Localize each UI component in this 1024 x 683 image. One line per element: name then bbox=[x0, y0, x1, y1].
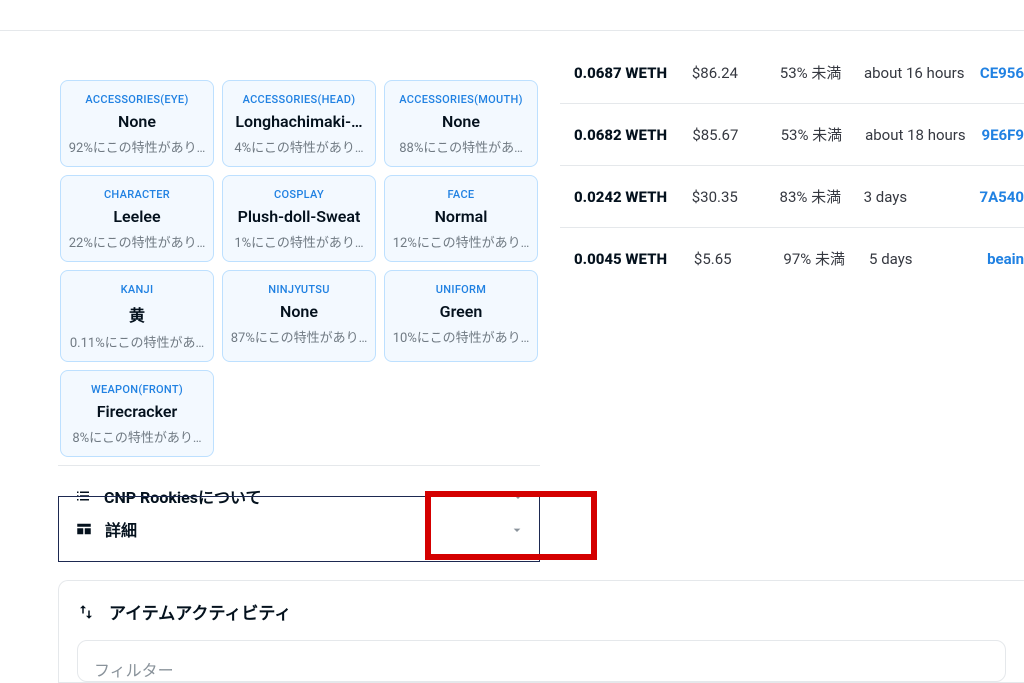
activity-filter[interactable]: フィルター bbox=[77, 640, 1006, 682]
trait-card[interactable]: ACCESSORIES(MOUTH) None 88%にこの特性があ… bbox=[384, 80, 538, 167]
trait-value: Longhachimaki-… bbox=[229, 112, 369, 131]
trait-value: None bbox=[67, 112, 207, 131]
trait-type: NINJYUTSU bbox=[229, 283, 369, 296]
trait-value: Green bbox=[391, 302, 531, 321]
trait-card[interactable]: ACCESSORIES(HEAD) Longhachimaki-… 4%にこの特… bbox=[222, 80, 376, 167]
trait-rarity: 4%にこの特性があり… bbox=[229, 137, 369, 156]
trait-card[interactable]: CHARACTER Leelee 22%にこの特性があり… bbox=[60, 175, 214, 262]
offer-from-link[interactable]: beain bbox=[987, 250, 1024, 268]
offer-expiration: 3 days bbox=[864, 188, 980, 206]
chevron-down-icon bbox=[509, 522, 523, 536]
trait-value: Plush-doll-Sweat bbox=[229, 207, 369, 226]
details-title: 詳細 bbox=[105, 517, 137, 541]
activity-header[interactable]: アイテムアクティビティ bbox=[59, 581, 1024, 640]
trait-card[interactable]: WEAPON(FRONT) Firecracker 8%にこの特性があり… bbox=[60, 370, 214, 457]
trait-card[interactable]: FACE Normal 12%にこの特性があり… bbox=[384, 175, 538, 262]
offer-from-link[interactable]: 7A540 bbox=[980, 188, 1024, 206]
filter-placeholder: フィルター bbox=[94, 661, 174, 680]
trait-value: Firecracker bbox=[67, 402, 207, 421]
trait-type: CHARACTER bbox=[67, 188, 207, 201]
trait-rarity: 88%にこの特性があ… bbox=[391, 137, 531, 156]
trait-rarity: 0.11%にこの特性があ… bbox=[67, 332, 207, 351]
trait-type: ACCESSORIES(MOUTH) bbox=[391, 93, 531, 106]
offer-price: 0.0045 WETH bbox=[574, 250, 694, 268]
trait-card[interactable]: ACCESSORIES(EYE) None 92%にこの特性があり… bbox=[60, 80, 214, 167]
trait-value: 黄 bbox=[67, 302, 207, 326]
offer-row[interactable]: 0.0687 WETH $86.24 53% 未満 about 16 hours… bbox=[560, 62, 1024, 104]
offer-row[interactable]: 0.0682 WETH $85.67 53% 未満 about 18 hours… bbox=[560, 104, 1024, 166]
trait-type: ACCESSORIES(HEAD) bbox=[229, 93, 369, 106]
trait-rarity: 22%にこの特性があり… bbox=[67, 232, 207, 251]
trait-card[interactable]: KANJI 黄 0.11%にこの特性があ… bbox=[60, 270, 214, 362]
offer-row[interactable]: 0.0045 WETH $5.65 97% 未満 5 days beain bbox=[560, 228, 1024, 269]
offer-usd: $30.35 bbox=[692, 188, 780, 206]
offer-floor-diff: 97% 未満 bbox=[783, 248, 869, 269]
trait-rarity: 87%にこの特性があり… bbox=[229, 327, 369, 346]
item-activity-panel: アイテムアクティビティ フィルター bbox=[58, 580, 1024, 683]
offer-price: 0.0682 WETH bbox=[574, 126, 692, 144]
trait-rarity: 1%にこの特性があり… bbox=[229, 232, 369, 251]
details-accordion[interactable]: 詳細 bbox=[58, 496, 540, 562]
offer-expiration: 5 days bbox=[869, 250, 987, 268]
offer-usd: $5.65 bbox=[694, 250, 783, 268]
trait-rarity: 12%にこの特性があり… bbox=[391, 232, 531, 251]
trait-value: Normal bbox=[391, 207, 531, 226]
top-divider bbox=[0, 30, 1024, 31]
details-icon bbox=[75, 520, 93, 538]
trait-card[interactable]: UNIFORM Green 10%にこの特性があり… bbox=[384, 270, 538, 362]
trait-type: ACCESSORIES(EYE) bbox=[67, 93, 207, 106]
offer-floor-diff: 53% 未満 bbox=[780, 62, 864, 83]
offer-expiration: about 16 hours bbox=[864, 64, 980, 82]
swap-vertical-icon bbox=[77, 603, 95, 621]
offer-usd: $85.67 bbox=[692, 126, 780, 144]
trait-rarity: 10%にこの特性があり… bbox=[391, 327, 531, 346]
offer-from-link[interactable]: CE956 bbox=[980, 64, 1024, 82]
trait-value: Leelee bbox=[67, 207, 207, 226]
trait-card[interactable]: NINJYUTSU None 87%にこの特性があり… bbox=[222, 270, 376, 362]
offer-floor-diff: 53% 未満 bbox=[781, 124, 866, 145]
trait-type: WEAPON(FRONT) bbox=[67, 383, 207, 396]
activity-title: アイテムアクティビティ bbox=[109, 599, 291, 624]
offer-price: 0.0242 WETH bbox=[574, 188, 692, 206]
trait-type: KANJI bbox=[67, 283, 207, 296]
offer-floor-diff: 83% 未満 bbox=[780, 186, 864, 207]
properties-panel: ACCESSORIES(EYE) None 92%にこの特性があり… ACCES… bbox=[58, 80, 540, 526]
trait-value: None bbox=[229, 302, 369, 321]
traits-grid: ACCESSORIES(EYE) None 92%にこの特性があり… ACCES… bbox=[58, 80, 540, 465]
trait-rarity: 92%にこの特性があり… bbox=[67, 137, 207, 156]
trait-type: FACE bbox=[391, 188, 531, 201]
offer-price: 0.0687 WETH bbox=[574, 64, 692, 82]
trait-rarity: 8%にこの特性があり… bbox=[67, 427, 207, 446]
trait-type: COSPLAY bbox=[229, 188, 369, 201]
offers-table: 0.0687 WETH $86.24 53% 未満 about 16 hours… bbox=[560, 62, 1024, 269]
trait-value: None bbox=[391, 112, 531, 131]
trait-card[interactable]: COSPLAY Plush-doll-Sweat 1%にこの特性があり… bbox=[222, 175, 376, 262]
trait-type: UNIFORM bbox=[391, 283, 531, 296]
offer-from-link[interactable]: 9E6F9 bbox=[982, 126, 1024, 144]
offer-row[interactable]: 0.0242 WETH $30.35 83% 未満 3 days 7A540 bbox=[560, 166, 1024, 228]
offer-expiration: about 18 hours bbox=[865, 126, 981, 144]
offer-usd: $86.24 bbox=[692, 64, 780, 82]
